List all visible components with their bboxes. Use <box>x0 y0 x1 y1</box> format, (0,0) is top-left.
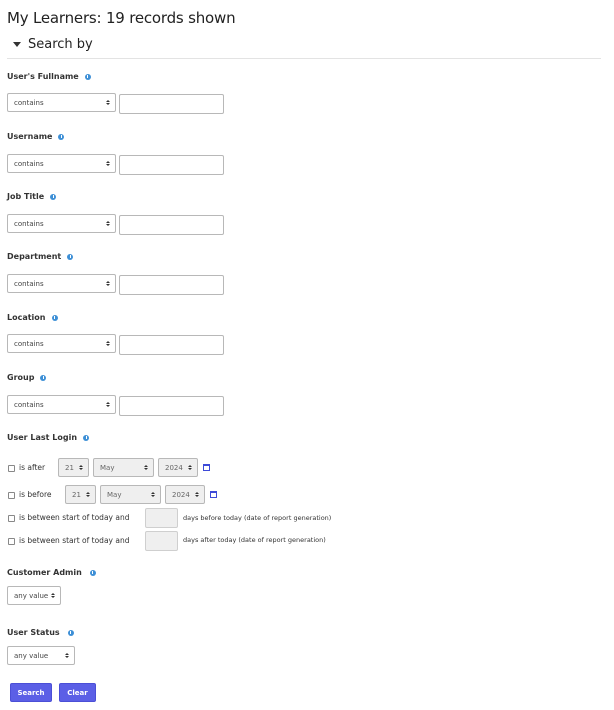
is-before-label: is before <box>19 490 52 499</box>
between-before-label: is between start of today and <box>19 513 130 522</box>
username-operator-select[interactable]: contains <box>7 154 116 173</box>
before-year-select[interactable]: 2024 <box>165 485 205 504</box>
info-icon <box>67 629 74 636</box>
fullname-input[interactable] <box>119 94 224 114</box>
search-button[interactable]: Search <box>10 683 52 702</box>
days-before-input[interactable] <box>145 508 178 528</box>
field-label: Location <box>7 313 58 322</box>
last-login-label: User Last Login <box>7 433 90 442</box>
clear-button[interactable]: Clear <box>59 683 96 702</box>
select-arrows-icon <box>106 341 110 346</box>
field-label: Job Title <box>7 192 57 201</box>
is-after-checkbox[interactable] <box>8 465 15 472</box>
fullname-operator-select[interactable]: contains <box>7 93 116 112</box>
between-after-checkbox[interactable] <box>8 538 15 545</box>
select-arrows-icon <box>79 465 83 470</box>
field-label: Group <box>7 373 47 382</box>
info-icon <box>84 73 91 80</box>
info-icon <box>89 569 96 576</box>
select-arrows-icon <box>106 161 110 166</box>
after-month-select[interactable]: May <box>93 458 154 477</box>
is-before-checkbox[interactable] <box>8 492 15 499</box>
days-after-input[interactable] <box>145 531 178 551</box>
username-input[interactable] <box>119 155 224 175</box>
location-operator-select[interactable]: contains <box>7 334 116 353</box>
select-arrows-icon <box>195 492 199 497</box>
select-arrows-icon <box>144 465 148 470</box>
field-label: Department <box>7 252 74 261</box>
field-label: Username <box>7 132 65 141</box>
group-operator-select[interactable]: contains <box>7 395 116 414</box>
info-icon <box>50 193 57 200</box>
before-day-select[interactable]: 21 <box>65 485 96 504</box>
jobtitle-input[interactable] <box>119 215 224 235</box>
after-year-select[interactable]: 2024 <box>158 458 198 477</box>
department-input[interactable] <box>119 275 224 295</box>
info-icon <box>83 434 90 441</box>
info-icon <box>51 314 58 321</box>
select-arrows-icon <box>86 492 90 497</box>
is-after-label: is after <box>19 463 46 472</box>
select-arrows-icon <box>188 465 192 470</box>
info-icon <box>67 253 74 260</box>
select-arrows-icon <box>151 492 155 497</box>
jobtitle-operator-select[interactable]: contains <box>7 214 116 233</box>
select-arrows-icon <box>106 281 110 286</box>
info-icon <box>40 374 47 381</box>
days-after-suffix: days after today (date of report generat… <box>183 536 326 544</box>
select-arrows-icon <box>51 593 55 598</box>
search-by-label: Search by <box>28 37 93 52</box>
between-before-checkbox[interactable] <box>8 515 15 522</box>
location-input[interactable] <box>119 335 224 355</box>
calendar-icon[interactable] <box>203 464 210 471</box>
select-arrows-icon <box>65 653 69 658</box>
calendar-icon[interactable] <box>210 491 217 498</box>
between-after-label: is between start of today and <box>19 536 130 545</box>
search-by-toggle[interactable]: Search by <box>13 37 93 52</box>
page-title: My Learners: 19 records shown <box>7 9 236 27</box>
user-status-select[interactable]: any value <box>7 646 75 665</box>
user-status-label: User Status <box>7 628 74 637</box>
info-icon <box>58 133 65 140</box>
customer-admin-select[interactable]: any value <box>7 586 61 605</box>
department-operator-select[interactable]: contains <box>7 274 116 293</box>
before-month-select[interactable]: May <box>100 485 161 504</box>
select-arrows-icon <box>106 100 110 105</box>
select-arrows-icon <box>106 221 110 226</box>
divider <box>7 58 601 59</box>
field-label: User's Fullname <box>7 72 91 81</box>
customer-admin-label: Customer Admin <box>7 568 96 577</box>
group-input[interactable] <box>119 396 224 416</box>
days-before-suffix: days before today (date of report genera… <box>183 514 332 522</box>
caret-down-icon <box>13 42 21 47</box>
select-arrows-icon <box>106 402 110 407</box>
after-day-select[interactable]: 21 <box>58 458 89 477</box>
